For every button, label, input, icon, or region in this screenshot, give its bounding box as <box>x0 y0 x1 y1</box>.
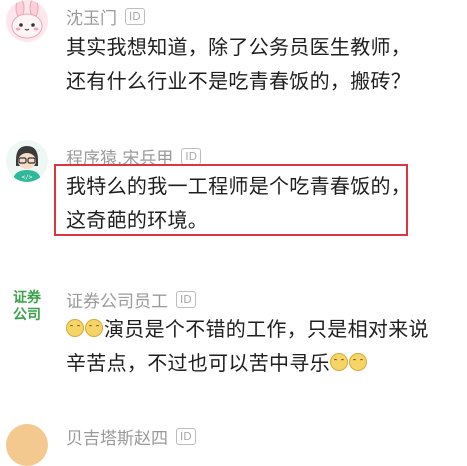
avatar[interactable] <box>6 424 48 466</box>
id-badge: ID <box>125 8 145 25</box>
comment-line: 还有什么行业不是吃青春饭的，搬砖？ <box>66 69 412 93</box>
laughing-emoji-icon <box>66 319 84 337</box>
username[interactable]: 沈玉门 ID <box>66 4 145 29</box>
laughing-emoji-icon <box>348 353 367 371</box>
username-text[interactable]: 证券公司员工 <box>66 287 168 312</box>
avatar-text: 公司 <box>13 307 41 323</box>
svg-text:</>: </> <box>22 174 33 181</box>
comment-line: 演员是个不错的工作，只是相对来说 <box>66 312 429 346</box>
comment-text: 其实我想知道，除了公务员医生教师， 还有什么行业不是吃青春饭的，搬砖？ <box>66 30 411 98</box>
comment-line: 辛苦点，不过也可以苦中寻乐 <box>66 346 429 380</box>
pink-bunny-avatar-icon[interactable] <box>6 0 48 42</box>
comment-line: 其实我想知道，除了公务员医生教师， <box>66 35 412 59</box>
programmer-avatar-icon[interactable]: </> <box>6 140 48 182</box>
laughing-emoji-icon <box>329 353 348 371</box>
id-badge: ID <box>176 291 196 308</box>
avatar-text: 证券 <box>13 290 41 306</box>
username[interactable]: 证券公司员工 ID <box>66 287 196 312</box>
highlight-box <box>54 164 408 236</box>
username[interactable]: 贝吉塔斯赵四 ID <box>66 424 196 449</box>
id-badge: ID <box>181 148 202 165</box>
comment-line-text: 演员是个不错的工作，只是相对来说 <box>104 317 429 341</box>
securities-company-avatar-icon[interactable]: 证券 公司 <box>6 286 48 328</box>
username-text[interactable]: 贝吉塔斯赵四 <box>66 424 168 449</box>
comment-text: 演员是个不错的工作，只是相对来说 辛苦点，不过也可以苦中寻乐 <box>66 312 429 380</box>
laughing-emoji-icon <box>85 319 103 337</box>
id-badge: ID <box>176 428 196 445</box>
comment-line-text: 辛苦点，不过也可以苦中寻乐 <box>66 351 330 375</box>
username-text[interactable]: 沈玉门 <box>66 4 117 29</box>
